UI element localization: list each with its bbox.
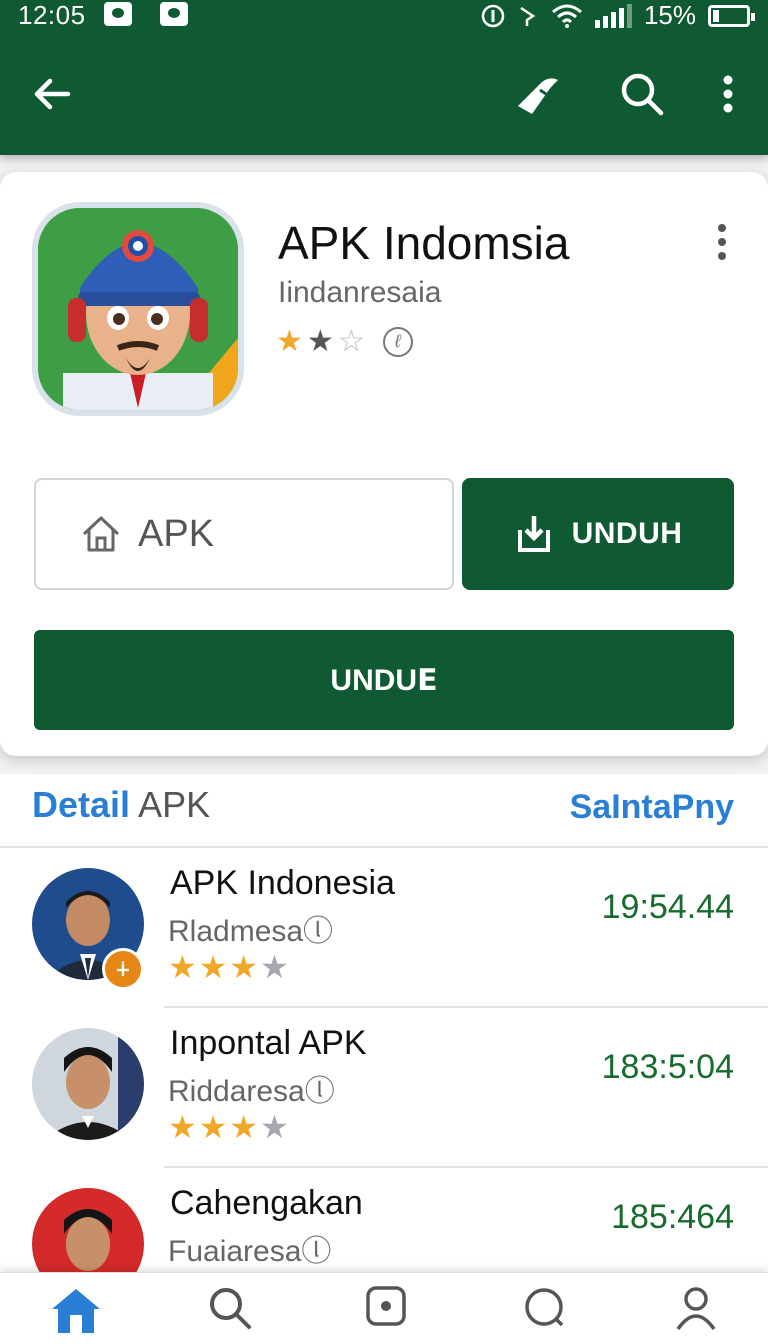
search-icon [210,1288,251,1329]
badge: ∔ [102,948,144,990]
status-bar: 12:05 15% [0,0,768,34]
detail-title-gray: APK [138,784,211,825]
item-title: Inpontal APK [170,1024,367,1062]
home-icon [52,1289,100,1333]
detail-title: Detail APK [32,784,210,826]
item-time: 185:464 [611,1198,734,1236]
main-download-label: UNDUꓰ [330,663,438,697]
search-icon [621,73,664,116]
status-right: 15% [481,0,755,31]
app-card: APK Indomsia Iindanresaia ★ ★ ☆ ℓ APK UN… [0,172,768,756]
star-empty-icon: ☆ [337,325,365,358]
battery-percent: 15% [643,0,696,30]
nav-apps[interactable] [356,1285,416,1339]
more-vert-icon [723,75,733,113]
nav-chat[interactable] [514,1285,574,1339]
vibrate-icon [520,6,536,26]
star-filled-icon: ★ [276,325,303,358]
share-icon [518,78,558,114]
nav-home[interactable] [46,1285,106,1339]
main-download-button[interactable]: UNDUꓰ [34,630,734,730]
notification-icon [160,2,188,26]
app-icon[interactable] [32,202,244,416]
app-rating: ★ ★ ☆ ℓ [276,324,413,359]
chat-icon [525,1288,564,1327]
notification-icons [104,2,188,26]
item-title: Cahengakan [170,1184,363,1222]
toolbar [0,40,768,150]
item-rating: ★★★★ [168,949,291,985]
see-all-link[interactable]: SaIntaPny [570,788,734,827]
avatar-helmet-icon [38,208,238,410]
apps-icon [366,1286,406,1326]
arrow-left-icon [34,78,71,110]
card-more-button[interactable] [704,220,740,264]
item-subtitle: Riddaresaⓛ [168,1075,335,1108]
item-title: APK Indonesia [170,864,395,902]
item-rating: ★★★★ [168,1109,291,1145]
unduh-button[interactable]: UNDUH [462,478,734,590]
download-icon [517,516,550,552]
list-item[interactable]: ∔ APK Indonesia Rladmesaⓛ ★★★★ 19:54.44 [0,848,768,1008]
app-header: 12:05 15% [0,0,768,155]
sim-icon [481,4,505,27]
app-developer[interactable]: Iindanresaia [278,276,441,310]
signal-icon [594,3,632,28]
list-item[interactable]: Cahengakan Fuaiaresaⓛ 185:464 [0,1168,768,1278]
apk-button-label: APK [138,512,215,555]
wifi-icon [551,4,582,28]
status-time: 12:05 [18,0,86,30]
list-item[interactable]: Inpontal APK Riddaresaⓛ ★★★★ 183:5:04 [0,1008,768,1168]
home-outline-icon [82,516,120,552]
notification-icon [104,2,132,26]
more-options-button[interactable] [700,66,756,122]
bottom-nav [0,1272,768,1344]
apk-button[interactable]: APK [34,478,454,590]
star-filled-icon: ★ [306,325,334,358]
unduh-button-label: UNDUH [571,517,683,550]
back-button[interactable] [24,66,80,122]
more-vert-icon [718,224,726,260]
share-button[interactable] [510,66,566,122]
app-title: APK Indomsia [278,217,570,269]
profile-icon [676,1287,716,1331]
app-list: ∔ APK Indonesia Rladmesaⓛ ★★★★ 19:54.44 … [0,848,768,1278]
detail-title-blue: Detail [32,784,131,825]
battery-icon [708,4,755,27]
detail-header: Detail APK SaIntaPny [0,774,768,848]
item-time: 183:5:04 [601,1048,734,1086]
avatar [32,1028,144,1140]
item-subtitle: Fuaiaresaⓛ [168,1235,332,1268]
item-time: 19:54.44 [601,888,734,926]
item-subtitle: Rladmesaⓛ [168,915,334,948]
search-button[interactable] [614,66,670,122]
nav-profile[interactable] [666,1285,726,1339]
avatar [32,1188,144,1278]
info-icon[interactable]: ℓ [382,326,413,357]
nav-search[interactable] [200,1285,260,1339]
